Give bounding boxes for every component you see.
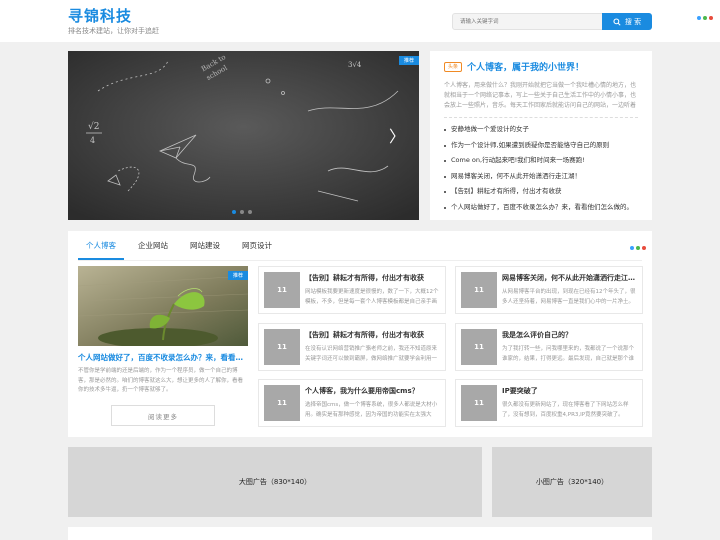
category-tab-panel: 个人博客 企业网站 网站建设 网页设计 推荐 个人网站做好了，百度不收录怎么办？…: [68, 231, 652, 437]
headline-list-item[interactable]: 个人网站做好了，百度不收录怎么办？来，看看他们怎么做的。: [444, 200, 638, 216]
plant-sprout-image: [78, 266, 248, 346]
tab-site-building[interactable]: 网站建设: [182, 231, 228, 260]
card-thumbnail: 11: [264, 272, 300, 308]
search-button-label: 搜 索: [624, 17, 642, 26]
svg-text:3√4: 3√4: [348, 61, 362, 69]
headline-badge: 头条: [444, 61, 463, 72]
next-section-panel: [68, 527, 652, 540]
headline-description: 个人博客，用来做什么？我刚开始就把它当做一个我吐槽心情的地方，也就相当于一个网络…: [444, 82, 637, 109]
card-thumbnail: 11: [264, 329, 300, 365]
headline-panel: 头条 个人博客，属于我的小世界！ 个人博客，用来做什么？我刚开始就把它当做一个我…: [430, 51, 652, 220]
search-bar: 搜 索: [452, 13, 652, 30]
headline-list-item[interactable]: 【告别】耕耘才有所得，付出才有收获: [444, 184, 638, 200]
category-tabs: 个人博客 企业网站 网站建设 网页设计: [78, 231, 286, 260]
card-thumbnail: 11: [461, 385, 497, 421]
tab-personal-blog[interactable]: 个人博客: [78, 231, 124, 260]
slider-dot[interactable]: [248, 210, 252, 214]
feature-image[interactable]: 推荐: [78, 266, 248, 346]
site-slogan: 排名技术建站，让你对手追赶: [68, 27, 159, 35]
article-card[interactable]: 11 【告别】耕耘才有所得，付出才有收获 网站模板我要更新速度是很慢的，数了一下…: [258, 266, 446, 314]
svg-text:4: 4: [90, 136, 95, 145]
dot-blue: [697, 16, 701, 20]
headline-list-item[interactable]: 作为一个设计师,如果遭到质疑你是否能恪守自己的原则: [444, 138, 638, 154]
article-card[interactable]: 11 我是怎么评价自己的？ 为了我打转一些，问我哪里来的，我都说了一个说那个谁家…: [455, 323, 643, 371]
dot-green: [703, 16, 707, 20]
headline-list-item[interactable]: Come on,行动起来吧!我们和时间来一场赛跑!: [444, 153, 638, 169]
divider: [444, 117, 638, 118]
large-ad-banner[interactable]: 大图广告（830*140）: [68, 447, 482, 517]
tab-web-design[interactable]: 网页设计: [234, 231, 280, 260]
slider-tag: 推荐: [398, 56, 419, 65]
slider-pagination: [232, 210, 252, 214]
dot-green: [636, 246, 640, 250]
headline-list: 安静地做一个爱设计的女子 作为一个设计师,如果遭到质疑你是否能恪守自己的原则 C…: [444, 122, 638, 215]
search-icon: [613, 17, 621, 26]
site-header: 寻锦科技 排名技术建站，让你对手追赶 搜 索: [0, 0, 720, 42]
article-card[interactable]: 11 IP要突破了 很久都没有更新网站了，现在博客看了下网站怎么样了，没有想到，…: [455, 379, 643, 427]
article-card[interactable]: 11 网易博客关闭，何不从此开始潇洒行走江湖！ 从网易博客平台的出现，到现在已经…: [455, 266, 643, 314]
card-description: 网站模板我要更新速度是很慢的，数了一下，大概12个模板，不多，但是每一套个人博客…: [305, 289, 439, 305]
search-input[interactable]: [452, 13, 603, 30]
card-description: 为了我打转一些，问我哪里来的，我都说了一个说那个谁家的，结果，打得更远。最后发现…: [502, 346, 635, 362]
dot-red: [709, 16, 713, 20]
chevron-right-icon[interactable]: 〉: [389, 129, 405, 145]
site-logo[interactable]: 寻锦科技: [68, 5, 132, 26]
card-title[interactable]: 【告别】耕耘才有所得，付出才有收获: [305, 273, 441, 283]
card-description: 从网易博客平台的出现，到现在已经有12个年头了，很多人还坚持着，网易博客一直是我…: [502, 289, 636, 305]
chalkboard-paper-plane-image: √2 4 3√4 Back to school: [68, 51, 419, 220]
card-title[interactable]: 网易博客关闭，何不从此开始潇洒行走江湖！: [502, 273, 638, 283]
dot-red: [642, 246, 646, 250]
headline-title[interactable]: 个人博客，属于我的小世界！: [467, 60, 584, 73]
search-button[interactable]: 搜 索: [602, 13, 652, 30]
slider-dot[interactable]: [232, 210, 236, 214]
card-thumbnail: 11: [264, 385, 300, 421]
card-title[interactable]: IP要突破了: [502, 386, 638, 396]
card-description: 在没有认识网络营销推广骆老师之前，我还不知道原来关键字词还可以做到霸屏，做网络推…: [305, 346, 438, 362]
slider-dot[interactable]: [240, 210, 244, 214]
feature-tag: 推荐: [227, 271, 248, 280]
article-card[interactable]: 11 【告别】耕耘才有所得，付出才有收获 在没有认识网络营销推广骆老师之前，我还…: [258, 323, 446, 371]
card-thumbnail: 11: [461, 272, 497, 308]
dot-blue: [630, 246, 634, 250]
tab-underline: [78, 260, 642, 261]
feature-title[interactable]: 个人网站做好了，百度不收录怎么办？来，看看他们怎么做的。: [78, 352, 248, 363]
image-slider[interactable]: √2 4 3√4 Back to school 推荐 〉: [68, 51, 419, 220]
card-title[interactable]: 【告别】耕耘才有所得，付出才有收获: [305, 330, 441, 340]
headline-list-item[interactable]: 网易博客关闭，何不从此开始潇洒行走江湖！: [444, 169, 638, 185]
card-description: 很久都没有更新网站了，现在博客看了下网站怎么样了，没有想到，百度权重4,PR3,…: [502, 402, 629, 418]
tab-more-dots-icon[interactable]: [630, 246, 646, 250]
headline-list-item[interactable]: 安静地做一个爱设计的女子: [444, 122, 638, 138]
small-ad-banner[interactable]: 小图广告（320*140）: [492, 447, 652, 517]
card-thumbnail: 11: [461, 329, 497, 365]
header-menu-dots-icon[interactable]: [697, 16, 713, 20]
read-more-button[interactable]: 阅读更多: [111, 405, 215, 426]
tab-enterprise-site[interactable]: 企业网站: [130, 231, 176, 260]
card-description: 选择帝国cms，做一个博客系统，很多人都说是大材小用。确实是有那种感觉，因为帝国…: [305, 402, 438, 418]
card-title[interactable]: 我是怎么评价自己的？: [502, 330, 638, 340]
card-title[interactable]: 个人博客，我为什么要用帝国cms？: [305, 386, 441, 396]
feature-description: 不管你是学前端的还是后端的，作为一个程序员，做一个自己的博客，那是必然的。咱们的…: [78, 368, 244, 393]
article-card[interactable]: 11 个人博客，我为什么要用帝国cms？ 选择帝国cms，做一个博客系统，很多人…: [258, 379, 446, 427]
svg-text:√2: √2: [88, 121, 99, 132]
